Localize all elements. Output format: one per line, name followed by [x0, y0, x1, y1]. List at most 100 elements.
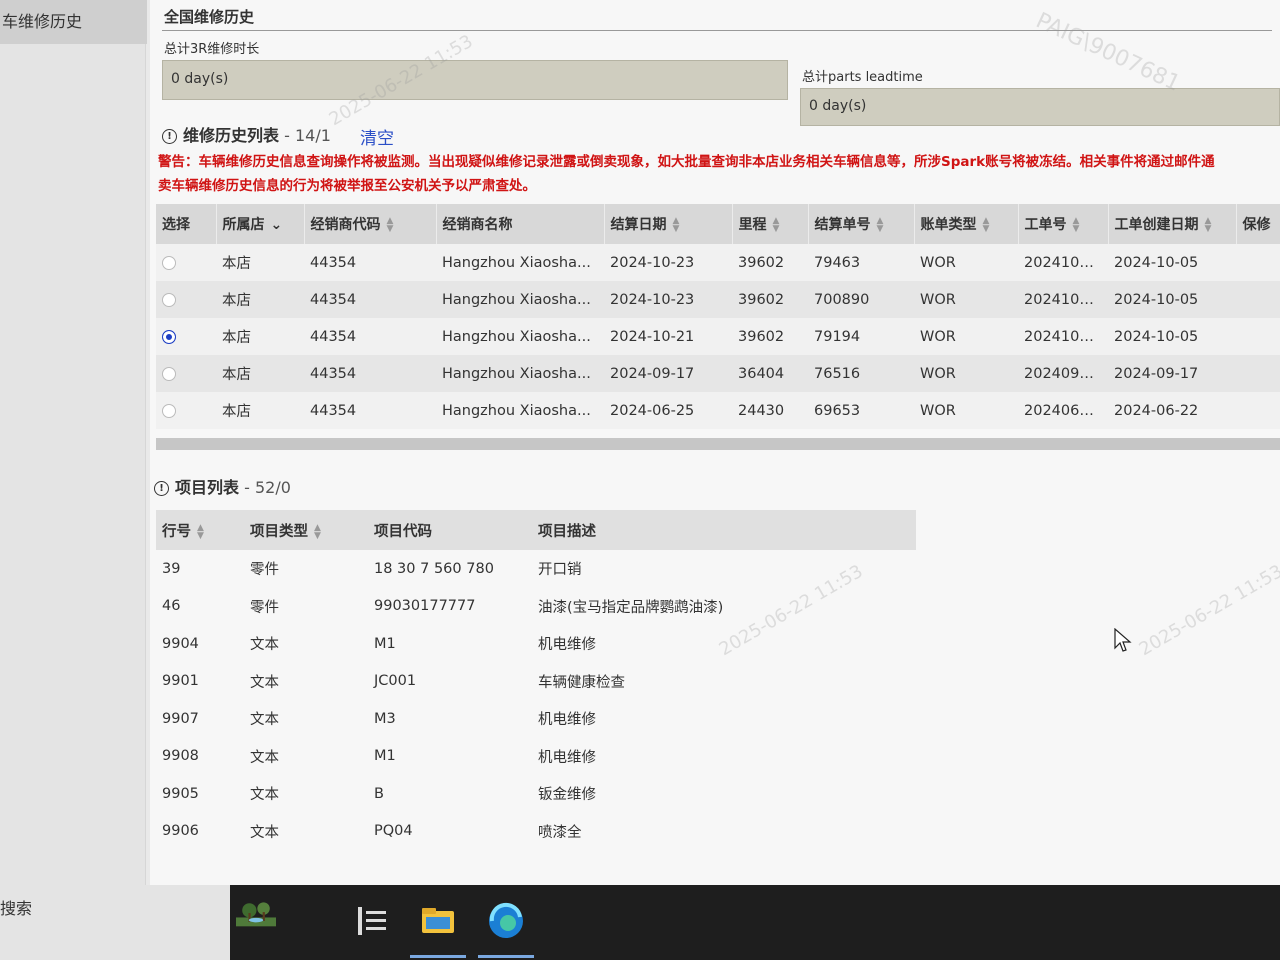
page-title: 全国维修历史 [164, 8, 255, 26]
select-cell[interactable] [156, 355, 216, 392]
column-header-label: 工单号 [1024, 217, 1067, 233]
items-column-header[interactable]: 行号 ▲ ▼ [156, 510, 244, 550]
history-table: 选择 所属店 ⌄ 经销商代码 ▲ ▼ 经销商名称 结算日期 ▲ ▼ 里程 ▲ ▼ 结算单号 ▲ ▼ 账单类型 ▲ ▼… [156, 204, 1280, 429]
history-cell-type: WOR [914, 355, 1018, 392]
taskbar-search-area[interactable]: 搜索 [0, 885, 230, 960]
history-column-header[interactable]: 账单类型 ▲ ▼ [914, 204, 1019, 244]
row-select-radio[interactable] [162, 366, 176, 381]
history-column-header[interactable]: 里程 ▲ ▼ [732, 204, 809, 244]
widget-landscape-icon[interactable] [236, 893, 276, 933]
items-cell-line: 46 [156, 587, 244, 625]
history-cell-type: WOR [914, 281, 1018, 318]
items-cell-type: 文本 [244, 662, 368, 700]
items-cell-type: 零件 [244, 587, 368, 625]
items-row[interactable]: 9905 文本 B 钣金维修 [156, 775, 916, 813]
history-cell-code: 44354 [304, 318, 436, 355]
left-sidebar: 车维修历史 [0, 0, 147, 885]
warning-text: 警告：车辆维修历史信息查询操作将被监测。当出现疑似维修记录泄露或倒卖现象，如大批… [158, 150, 1278, 198]
history-cell-store: 本店 [216, 355, 304, 392]
items-cell-type: 文本 [244, 737, 368, 775]
taskbar-search-label[interactable]: 搜索 [0, 895, 32, 919]
column-header-label: 保修 [1242, 217, 1271, 233]
history-column-header[interactable]: 经销商代码 ▲ ▼ [304, 204, 437, 244]
row-select-radio[interactable] [162, 403, 176, 418]
history-cell-warranty [1236, 244, 1280, 281]
file-explorer-icon[interactable] [418, 901, 458, 941]
history-column-header[interactable]: 选择 [156, 204, 217, 244]
history-cell-created: 2024-09-17 [1108, 355, 1236, 392]
row-select-radio[interactable] [162, 255, 176, 270]
sort-icon[interactable]: ▲ ▼ [1205, 217, 1212, 234]
history-cell-name: Hangzhou Xiaosha... [436, 392, 604, 429]
select-cell[interactable] [156, 244, 216, 281]
clear-button[interactable]: 清空 [360, 124, 394, 149]
task-view-icon[interactable] [352, 901, 392, 941]
sidebar-title[interactable]: 车维修历史 [0, 0, 147, 44]
history-cell-date: 2024-09-17 [604, 355, 732, 392]
history-column-header[interactable]: 保修 [1236, 204, 1280, 244]
history-cell-order: 2024100... [1018, 244, 1108, 281]
sort-icon[interactable]: ▲ ▼ [387, 217, 394, 234]
items-cell-desc: 开口销 [532, 550, 916, 588]
history-cell-store: 本店 [216, 318, 304, 355]
edge-browser-icon[interactable] [486, 901, 526, 941]
items-row[interactable]: 9907 文本 M3 机电维修 [156, 700, 916, 738]
history-cell-created: 2024-10-05 [1108, 281, 1236, 318]
history-cell-invoice: 76516 [808, 355, 914, 392]
history-column-header[interactable]: 工单号 ▲ ▼ [1018, 204, 1109, 244]
items-row[interactable]: 46 零件 99030177777 油漆(宝马指定品牌鹦鹉油漆) [156, 587, 916, 625]
items-row[interactable]: 9901 文本 JC001 车辆健康检查 [156, 662, 916, 700]
history-cell-invoice: 69653 [808, 392, 914, 429]
items-column-header[interactable]: 项目类型 ▲ ▼ [244, 510, 368, 550]
history-column-header[interactable]: 所属店 ⌄ [216, 204, 305, 244]
row-select-radio[interactable] [162, 329, 176, 344]
history-cell-order: 2024100... [1018, 281, 1108, 318]
items-table-wrapper: 行号 ▲ ▼ 项目类型 ▲ ▼ 项目代码 项目描述 39 零件 18 30 7 560 780 开口… [156, 510, 916, 850]
history-row[interactable]: 本店 44354 Hangzhou Xiaosha... 2024-10-23 3960… [156, 281, 1280, 318]
sort-icon[interactable]: ▲ ▼ [983, 217, 990, 234]
items-cell-line: 9904 [156, 625, 244, 663]
row-select-radio[interactable] [162, 292, 176, 307]
items-row[interactable]: 9904 文本 M1 机电维修 [156, 625, 916, 663]
items-cell-line: 9906 [156, 812, 244, 850]
items-cell-code: 99030177777 [368, 587, 532, 625]
horizontal-scrollbar[interactable] [156, 438, 1280, 450]
items-cell-type: 文本 [244, 812, 368, 850]
history-row[interactable]: 本店 44354 Hangzhou Xiaosha... 2024-09-17 3640… [156, 355, 1280, 392]
history-cell-date: 2024-10-21 [604, 318, 732, 355]
column-header-label: 行号 [162, 523, 191, 540]
items-row[interactable]: 9908 文本 M1 机电维修 [156, 737, 916, 775]
history-column-header[interactable]: 结算日期 ▲ ▼ [604, 204, 733, 244]
sort-icon[interactable]: ▲ ▼ [314, 523, 321, 540]
select-cell[interactable] [156, 318, 216, 355]
items-column-header[interactable]: 项目描述 [532, 510, 916, 550]
history-body: 本店 44354 Hangzhou Xiaosha... 2024-10-23 3960… [156, 244, 1280, 429]
history-row[interactable]: 本店 44354 Hangzhou Xiaosha... 2024-06-25 2443… [156, 392, 1280, 429]
select-cell[interactable] [156, 281, 216, 318]
items-column-header[interactable]: 项目代码 [368, 510, 532, 550]
chevron-down-icon[interactable]: ⌄ [271, 218, 283, 232]
items-cell-desc: 车辆健康检查 [532, 662, 916, 700]
items-cell-code: 18 30 7 560 780 [368, 550, 532, 588]
history-row[interactable]: 本店 44354 Hangzhou Xiaosha... 2024-10-23 3960… [156, 244, 1280, 281]
items-cell-code: M3 [368, 700, 532, 738]
watermark: 2025-06-22 11:53 [1135, 560, 1280, 661]
items-cell-desc: 机电维修 [532, 737, 916, 775]
history-row[interactable]: 本店 44354 Hangzhou Xiaosha... 2024-10-21 3960… [156, 318, 1280, 355]
items-row[interactable]: 9906 文本 PQ04 喷漆全 [156, 812, 916, 850]
sort-icon[interactable]: ▲ ▼ [877, 217, 884, 234]
sort-icon[interactable]: ▲ ▼ [673, 217, 680, 234]
select-cell[interactable] [156, 392, 216, 429]
history-cell-warranty [1236, 318, 1280, 355]
sort-icon[interactable]: ▲ ▼ [197, 523, 204, 540]
sort-icon[interactable]: ▲ ▼ [773, 217, 780, 234]
history-cell-invoice: 79194 [808, 318, 914, 355]
items-row[interactable]: 39 零件 18 30 7 560 780 开口销 [156, 550, 916, 588]
history-column-header[interactable]: 经销商名称 [436, 204, 605, 244]
history-column-header[interactable]: 结算单号 ▲ ▼ [808, 204, 915, 244]
history-cell-type: WOR [914, 318, 1018, 355]
sort-icon[interactable]: ▲ ▼ [1073, 217, 1080, 234]
column-header-label: 里程 [738, 217, 767, 233]
history-column-header[interactable]: 工单创建日期 ▲ ▼ [1108, 204, 1237, 244]
parts-leadtime-label: 总计parts leadtime [802, 70, 923, 85]
